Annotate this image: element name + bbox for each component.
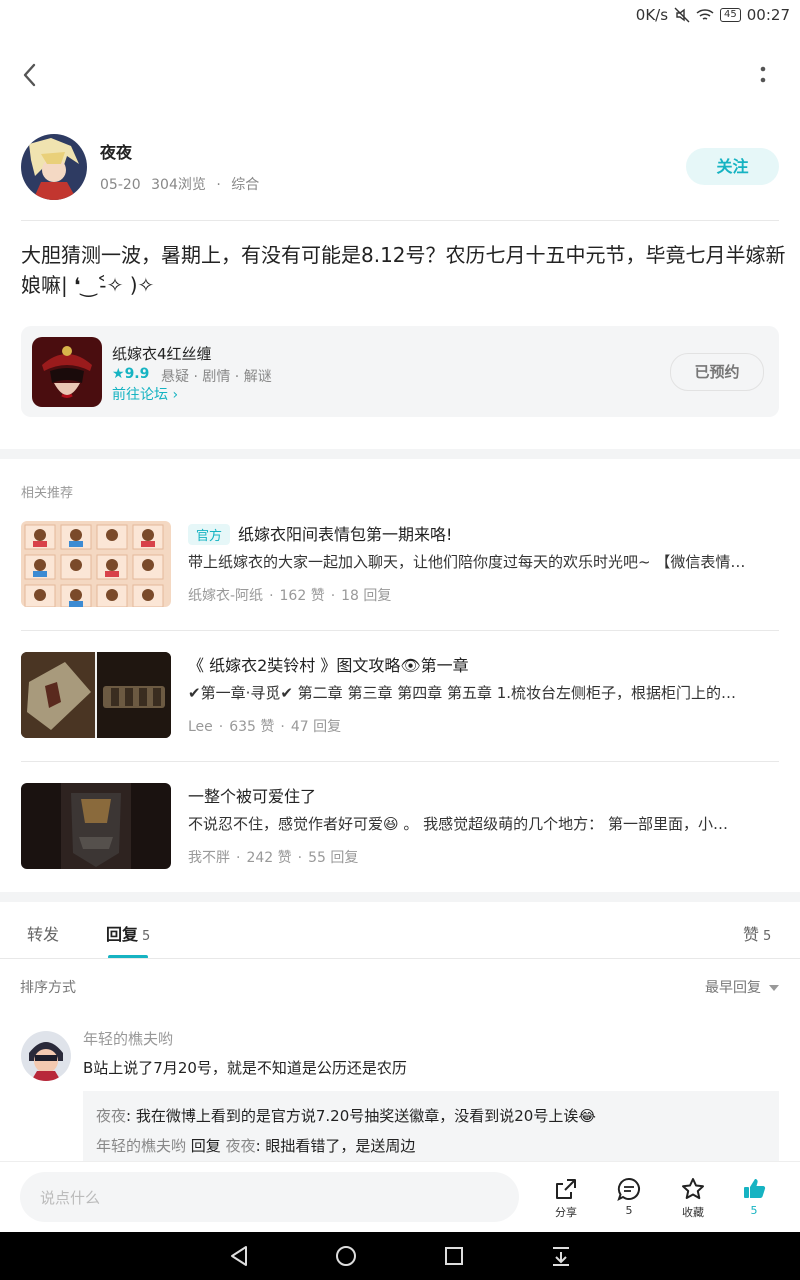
clock: 00:27 [746,6,790,24]
star-icon: ★ [112,366,125,382]
like-button[interactable]: 5 [729,1176,779,1217]
reserved-button[interactable]: 已预约 [670,353,764,391]
related-title: 相关推荐 [21,486,74,501]
caret-down-icon [769,985,780,991]
reply-count: 5 [142,929,151,944]
sort-label: 排序方式 [20,980,76,996]
follow-button[interactable]: 关注 [686,148,779,185]
wifi-icon [696,9,714,20]
related-item-title: 《 纸嫁衣2奘铃村 》图文攻略👁第一章 [188,656,469,675]
post-category[interactable]: 综合 [231,177,259,193]
comment-button[interactable]: 5 [604,1176,654,1217]
post-meta: 05-20 304浏览 · 综合 [100,177,260,193]
more-options-icon[interactable] [752,62,774,88]
game-rating: ★9.9 [112,366,150,382]
reply-user[interactable]: 夜夜 [96,1107,126,1125]
section-separator [0,892,800,902]
game-icon [32,337,102,407]
tab-like[interactable]: 赞5 [743,921,771,945]
comment-input[interactable]: 说点什么 [20,1172,519,1222]
reply-line: 夜夜: 我在微博上看到的是官方说7.20号抽奖送徽章，没看到说20号上诶😂 [96,1107,596,1125]
author-name[interactable]: 夜夜 [100,139,132,163]
divider [21,220,779,221]
divider [0,958,800,959]
related-thumbnail [21,652,171,738]
share-button[interactable]: 分享 [541,1176,591,1220]
related-item-meta: 我不胖 · 242 赞 · 55 回复 [188,850,359,866]
tab-reply[interactable]: 回复 5 [106,921,150,945]
game-card[interactable]: 纸嫁衣4红丝缠 ★9.9 悬疑 · 剧情 · 解谜 前往论坛 › 已预约 [21,326,779,417]
divider [21,761,779,762]
related-item-title: 纸嫁衣阳间表情包第一期来咯! [238,525,453,544]
author-avatar[interactable] [21,134,87,200]
post-views: 304浏览 [151,177,206,193]
divider [21,630,779,631]
replies-box[interactable]: 夜夜: 我在微博上看到的是官方说7.20号抽奖送徽章，没看到说20号上诶😂 年轻… [83,1091,779,1163]
related-thumbnail [21,783,171,869]
tab-forward[interactable]: 转发 [27,921,59,945]
related-item-meta: Lee · 635 赞 · 47 回复 [188,719,342,735]
commenter-name[interactable]: 年轻的樵夫哟 [83,1028,173,1049]
share-icon [556,1179,576,1199]
mute-icon [674,7,690,23]
battery-indicator: 45 [720,8,741,22]
related-item-desc: 带上纸嫁衣的大家一起加入聊天，让他们陪你度过每天的欢乐时光吧~ 【微信表情… [188,553,746,571]
bottom-action-bar: 说点什么 分享 5 收藏 5 [0,1161,800,1233]
comment-text: B站上说了7月20号，就是不知道是公历还是农历 [83,1059,407,1077]
forum-link[interactable]: 前往论坛 › [112,384,178,404]
reply-line: 年轻的樵夫哟 回复 夜夜: 眼拙看错了，是送周边 [96,1137,416,1155]
related-item-desc: ✔第一章·寻觅✔ 第二章 第三章 第四章 第五章 1.梳妆台左侧柜子，根据柜门上… [188,684,737,702]
related-item-title: 一整个被可爱住了 [188,787,317,806]
section-separator [0,449,800,459]
post-body: 大胆猜测一波，暑期上，有没有可能是8.12号？农历七月十五中元节，毕竟七月半嫁新… [21,243,786,297]
nav-home-icon[interactable] [334,1244,358,1268]
network-speed: 0K/s [635,6,669,24]
related-item[interactable]: 一整个被可爱住了 不说忍不住，感觉作者好可爱😆 。 我感觉超级萌的几个地方： 第… [21,783,779,871]
chevron-right-icon: › [172,387,179,403]
star-outline-icon [682,1178,704,1200]
favorite-button[interactable]: 收藏 [668,1176,718,1220]
related-item[interactable]: 《 纸嫁衣2奘铃村 》图文攻略👁第一章 ✔第一章·寻觅✔ 第二章 第三章 第四章… [21,652,779,740]
nav-notification-icon[interactable] [549,1244,573,1268]
post-date: 05-20 [100,177,141,193]
game-tags: 悬疑 · 剧情 · 解谜 [161,369,272,385]
back-arrow-icon[interactable] [18,60,44,90]
comment-icon [617,1177,640,1201]
commenter-avatar[interactable] [21,1031,71,1081]
thumbs-up-icon [744,1179,766,1198]
status-bar: 0K/s 45 00:27 [0,0,800,34]
sort-dropdown[interactable]: 最早回复 [705,977,780,997]
game-name: 纸嫁衣4红丝缠 [112,345,212,363]
system-nav-bar [0,1232,800,1280]
like-count: 5 [763,929,772,944]
related-item-meta: 纸嫁衣-阿纸 · 162 赞 · 18 回复 [188,588,392,604]
nav-back-icon[interactable] [228,1244,252,1268]
related-item[interactable]: 官方 纸嫁衣阳间表情包第一期来咯! 带上纸嫁衣的大家一起加入聊天，让他们陪你度过每… [21,521,779,609]
related-thumbnail [21,521,171,607]
reply-target[interactable]: 夜夜 [226,1137,256,1155]
reply-user[interactable]: 年轻的樵夫哟 [96,1137,186,1155]
related-item-desc: 不说忍不住，感觉作者好可爱😆 。 我感觉超级萌的几个地方： 第一部里面，小… [188,815,728,833]
official-badge: 官方 [188,524,231,545]
nav-recents-icon[interactable] [442,1244,466,1268]
